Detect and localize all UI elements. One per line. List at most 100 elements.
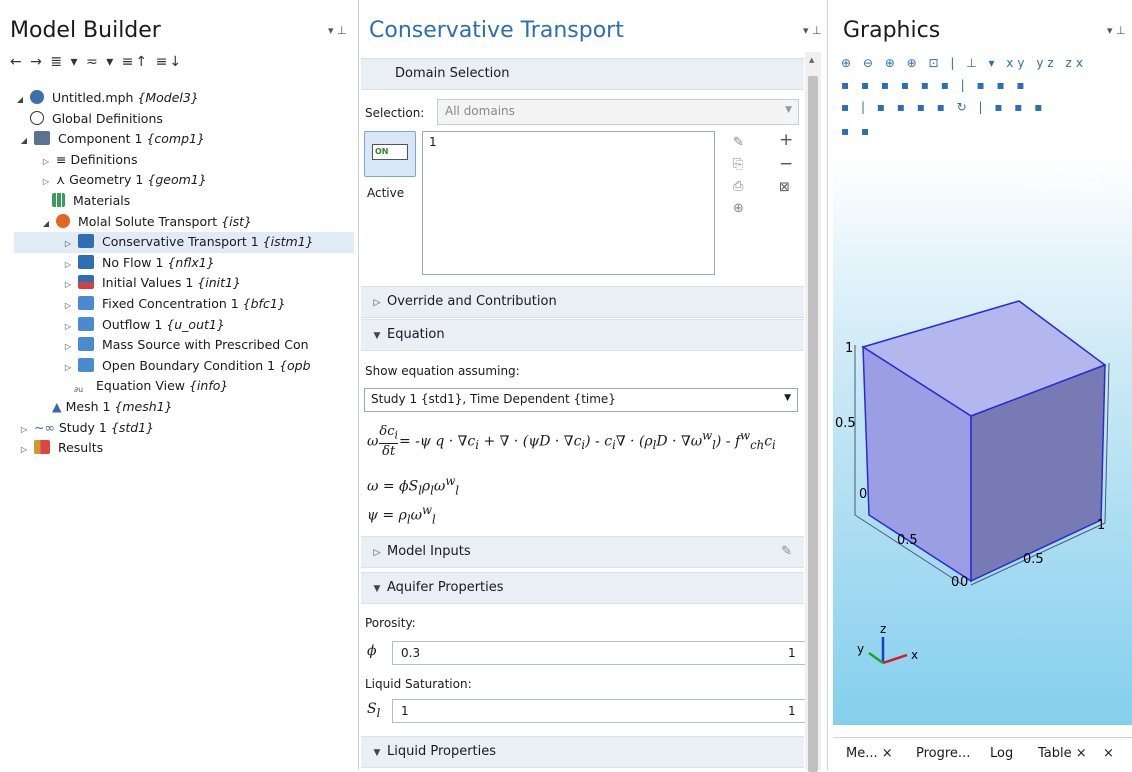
expand-triangle-icon[interactable]: ◢ xyxy=(40,214,52,233)
node-tag: {init1} xyxy=(197,275,241,291)
selection-dropdown[interactable]: All domains ▼ xyxy=(437,99,799,125)
section-aquifer-properties[interactable]: ▼ Aquifer Properties xyxy=(361,572,804,604)
graphics-canvas[interactable]: COMSOL MULTIPHYSICS 1 0.5 0 0.5 0 0 0.5 1… xyxy=(833,155,1132,725)
graphics-toolbar-row3[interactable]: ▪ | ▪ ▪ ▪ ▪ ↻ | ▪ ▪ ▪ xyxy=(841,100,1046,114)
tree-node-study[interactable]: ▷ ~∞ Study 1 {std1} xyxy=(14,418,354,439)
collapse-triangle-icon[interactable]: ▷ xyxy=(62,275,74,294)
graphics-toolbar-row1[interactable]: ⊕ ⊖ ⊕ ⊕ ⊡ | ⊥ ▾ xy yz zx xyxy=(841,56,1087,70)
tree-node-results[interactable]: ▷ Results xyxy=(14,438,354,459)
collapse-triangle-icon[interactable]: ▷ xyxy=(40,152,52,171)
collapse-triangle-icon[interactable]: ▷ xyxy=(62,296,74,315)
paste-selection-icon[interactable]: ✎ xyxy=(733,132,744,154)
collapse-triangle-icon[interactable]: ▷ xyxy=(62,234,74,253)
saturation-input[interactable]: 1 xyxy=(392,699,807,723)
collapse-triangle-icon[interactable]: ▷ xyxy=(62,358,74,377)
section-label: Aquifer Properties xyxy=(387,580,504,595)
pin-icon[interactable]: ▾ ⊥ xyxy=(328,24,347,37)
add-icon[interactable]: + xyxy=(779,128,793,152)
selection-list-item[interactable]: 1 xyxy=(429,135,437,149)
model-builder-pane: Model Builder ▾ ⊥ ← → ≣ ▾ ≂ ▾ ≡↑ ≡↓ ◢ Un… xyxy=(0,0,359,770)
scroll-up-icon[interactable]: ▲ xyxy=(809,56,814,64)
tree-node-outflow[interactable]: ▷ Outflow 1 {u_out1} xyxy=(14,315,354,336)
section-label: Domain Selection xyxy=(395,66,510,81)
tree-node-component[interactable]: ◢ Component 1 {comp1} xyxy=(14,129,354,150)
section-label: Equation xyxy=(387,327,445,342)
close-all-tabs-icon[interactable]: × xyxy=(1103,746,1114,761)
collapse-triangle-icon: ▷ xyxy=(373,298,381,308)
section-equation[interactable]: ▼ Equation xyxy=(361,319,804,351)
tree-node-mesh[interactable]: ▲ Mesh 1 {mesh1} xyxy=(14,397,354,418)
expand-triangle-icon[interactable]: ◢ xyxy=(18,131,30,150)
chevron-down-icon: ▼ xyxy=(785,105,792,115)
study-dropdown[interactable]: Study 1 {std1}, Time Dependent {time} ▼ xyxy=(364,388,798,412)
section-model-inputs[interactable]: ▷ Model Inputs ✎ xyxy=(361,536,804,568)
boundary-feature-icon xyxy=(77,337,94,352)
node-tag: {geom1} xyxy=(147,172,207,188)
tree-node-global-definitions[interactable]: Global Definitions xyxy=(14,109,354,130)
collapse-triangle-icon[interactable]: ▷ xyxy=(62,317,74,336)
collapse-triangle-icon[interactable]: ▷ xyxy=(40,172,52,191)
copy-selection-icon[interactable]: ⎘ xyxy=(733,154,744,176)
node-tag: {opb xyxy=(279,357,311,373)
node-tag: {std1} xyxy=(110,419,155,435)
expand-triangle-icon: ▼ xyxy=(373,331,381,341)
graphics-toolbar-row4[interactable]: ▪ ▪ xyxy=(841,124,873,138)
tree-node-open-boundary[interactable]: ▷ Open Boundary Condition 1 {opb xyxy=(14,356,354,377)
node-label: Conservative Transport 1 xyxy=(101,234,259,250)
axis-tick-label: 0.5 xyxy=(1023,552,1044,567)
close-icon[interactable]: × xyxy=(1076,746,1087,761)
clear-selection-icon[interactable]: ⊠ xyxy=(779,176,793,200)
tree-node-equation-view[interactable]: ∂u Equation View {info} xyxy=(14,376,354,397)
section-label: Liquid Properties xyxy=(387,744,497,759)
tab-progress[interactable]: Progre... xyxy=(916,746,970,761)
tab-messages[interactable]: Me... × xyxy=(846,746,893,761)
tree-node-no-flow[interactable]: ▷ No Flow 1 {nflx1} xyxy=(14,253,354,274)
settings-pane: Conservative Transport ▾ ⊥ Domain Select… xyxy=(359,0,828,772)
clipboard-icon[interactable]: ⎙ xyxy=(733,176,744,198)
tree-node-mass-source[interactable]: ▷ Mass Source with Prescribed Con xyxy=(14,335,354,356)
toggle-on-icon: ON xyxy=(372,144,408,160)
active-toggle-button[interactable]: ON xyxy=(364,131,416,177)
node-tag: {nflx1} xyxy=(167,254,215,270)
pin-icon[interactable]: ▾ ⊥ xyxy=(803,24,822,37)
collapse-triangle-icon[interactable]: ▷ xyxy=(62,337,74,356)
tree-node-definitions[interactable]: ▷ ≡ Definitions xyxy=(14,150,354,171)
settings-scrollbar[interactable]: ▲ xyxy=(805,52,821,772)
close-icon[interactable]: × xyxy=(882,746,893,761)
graphics-toolbar-row2[interactable]: ▪ ▪ ▪ ▪ ▪ ▪ | ▪ ▪ ▪ xyxy=(841,78,1029,92)
collapse-triangle-icon[interactable]: ▷ xyxy=(62,255,74,274)
porosity-unit: 1 xyxy=(788,646,796,660)
node-label: Results xyxy=(57,440,104,456)
equation-psi: ψ = ρlωwl xyxy=(367,503,436,527)
tree-node-conservative-transport[interactable]: ▷ Conservative Transport 1 {istm1} xyxy=(14,232,354,253)
scrollbar-thumb[interactable] xyxy=(808,76,818,772)
tree-toolbar[interactable]: ← → ≣ ▾ ≂ ▾ ≡↑ ≡↓ xyxy=(10,54,183,70)
tree-node-initial-values[interactable]: ▷ Initial Values 1 {init1} xyxy=(14,273,354,294)
remove-icon[interactable]: − xyxy=(779,152,793,176)
equation-view-icon: ∂u xyxy=(74,385,84,395)
equation-omega: ω = ϕSlρlωwl xyxy=(367,474,460,498)
collapse-triangle-icon[interactable]: ▷ xyxy=(18,420,30,439)
edit-icon[interactable]: ✎ xyxy=(781,537,792,567)
pin-icon[interactable]: ▾ ⊥ xyxy=(1107,24,1126,37)
axis-triad: z x y xyxy=(857,622,918,665)
tree-node-geometry[interactable]: ▷ ⋏ Geometry 1 {geom1} xyxy=(14,170,354,191)
tab-log[interactable]: Log xyxy=(990,746,1013,761)
selection-list[interactable]: 1 xyxy=(422,131,715,275)
tree-node-fixed-concentration[interactable]: ▷ Fixed Concentration 1 {bfc1} xyxy=(14,294,354,315)
tab-table[interactable]: Table × xyxy=(1038,746,1087,761)
selection-label: Selection: xyxy=(365,106,425,120)
porosity-input[interactable]: 0.3 xyxy=(392,641,807,665)
tree-node-model[interactable]: ◢ Untitled.mph {Model3} xyxy=(14,88,354,109)
saturation-symbol: Sl xyxy=(367,701,381,720)
tree-node-physics[interactable]: ◢ Molal Solute Transport {ist} xyxy=(14,212,354,233)
study-icon: ~∞ xyxy=(33,419,59,435)
section-override[interactable]: ▷ Override and Contribution xyxy=(361,286,804,318)
collapse-triangle-icon[interactable]: ▷ xyxy=(18,440,30,459)
tree-node-materials[interactable]: Materials xyxy=(14,191,354,212)
zoom-to-selection-icon[interactable]: ⊕ xyxy=(733,198,744,220)
section-liquid-properties[interactable]: ▼ Liquid Properties xyxy=(361,736,804,768)
section-domain-selection[interactable]: Domain Selection xyxy=(361,58,804,90)
node-tag: {info} xyxy=(188,378,229,394)
expand-triangle-icon[interactable]: ◢ xyxy=(14,90,26,109)
